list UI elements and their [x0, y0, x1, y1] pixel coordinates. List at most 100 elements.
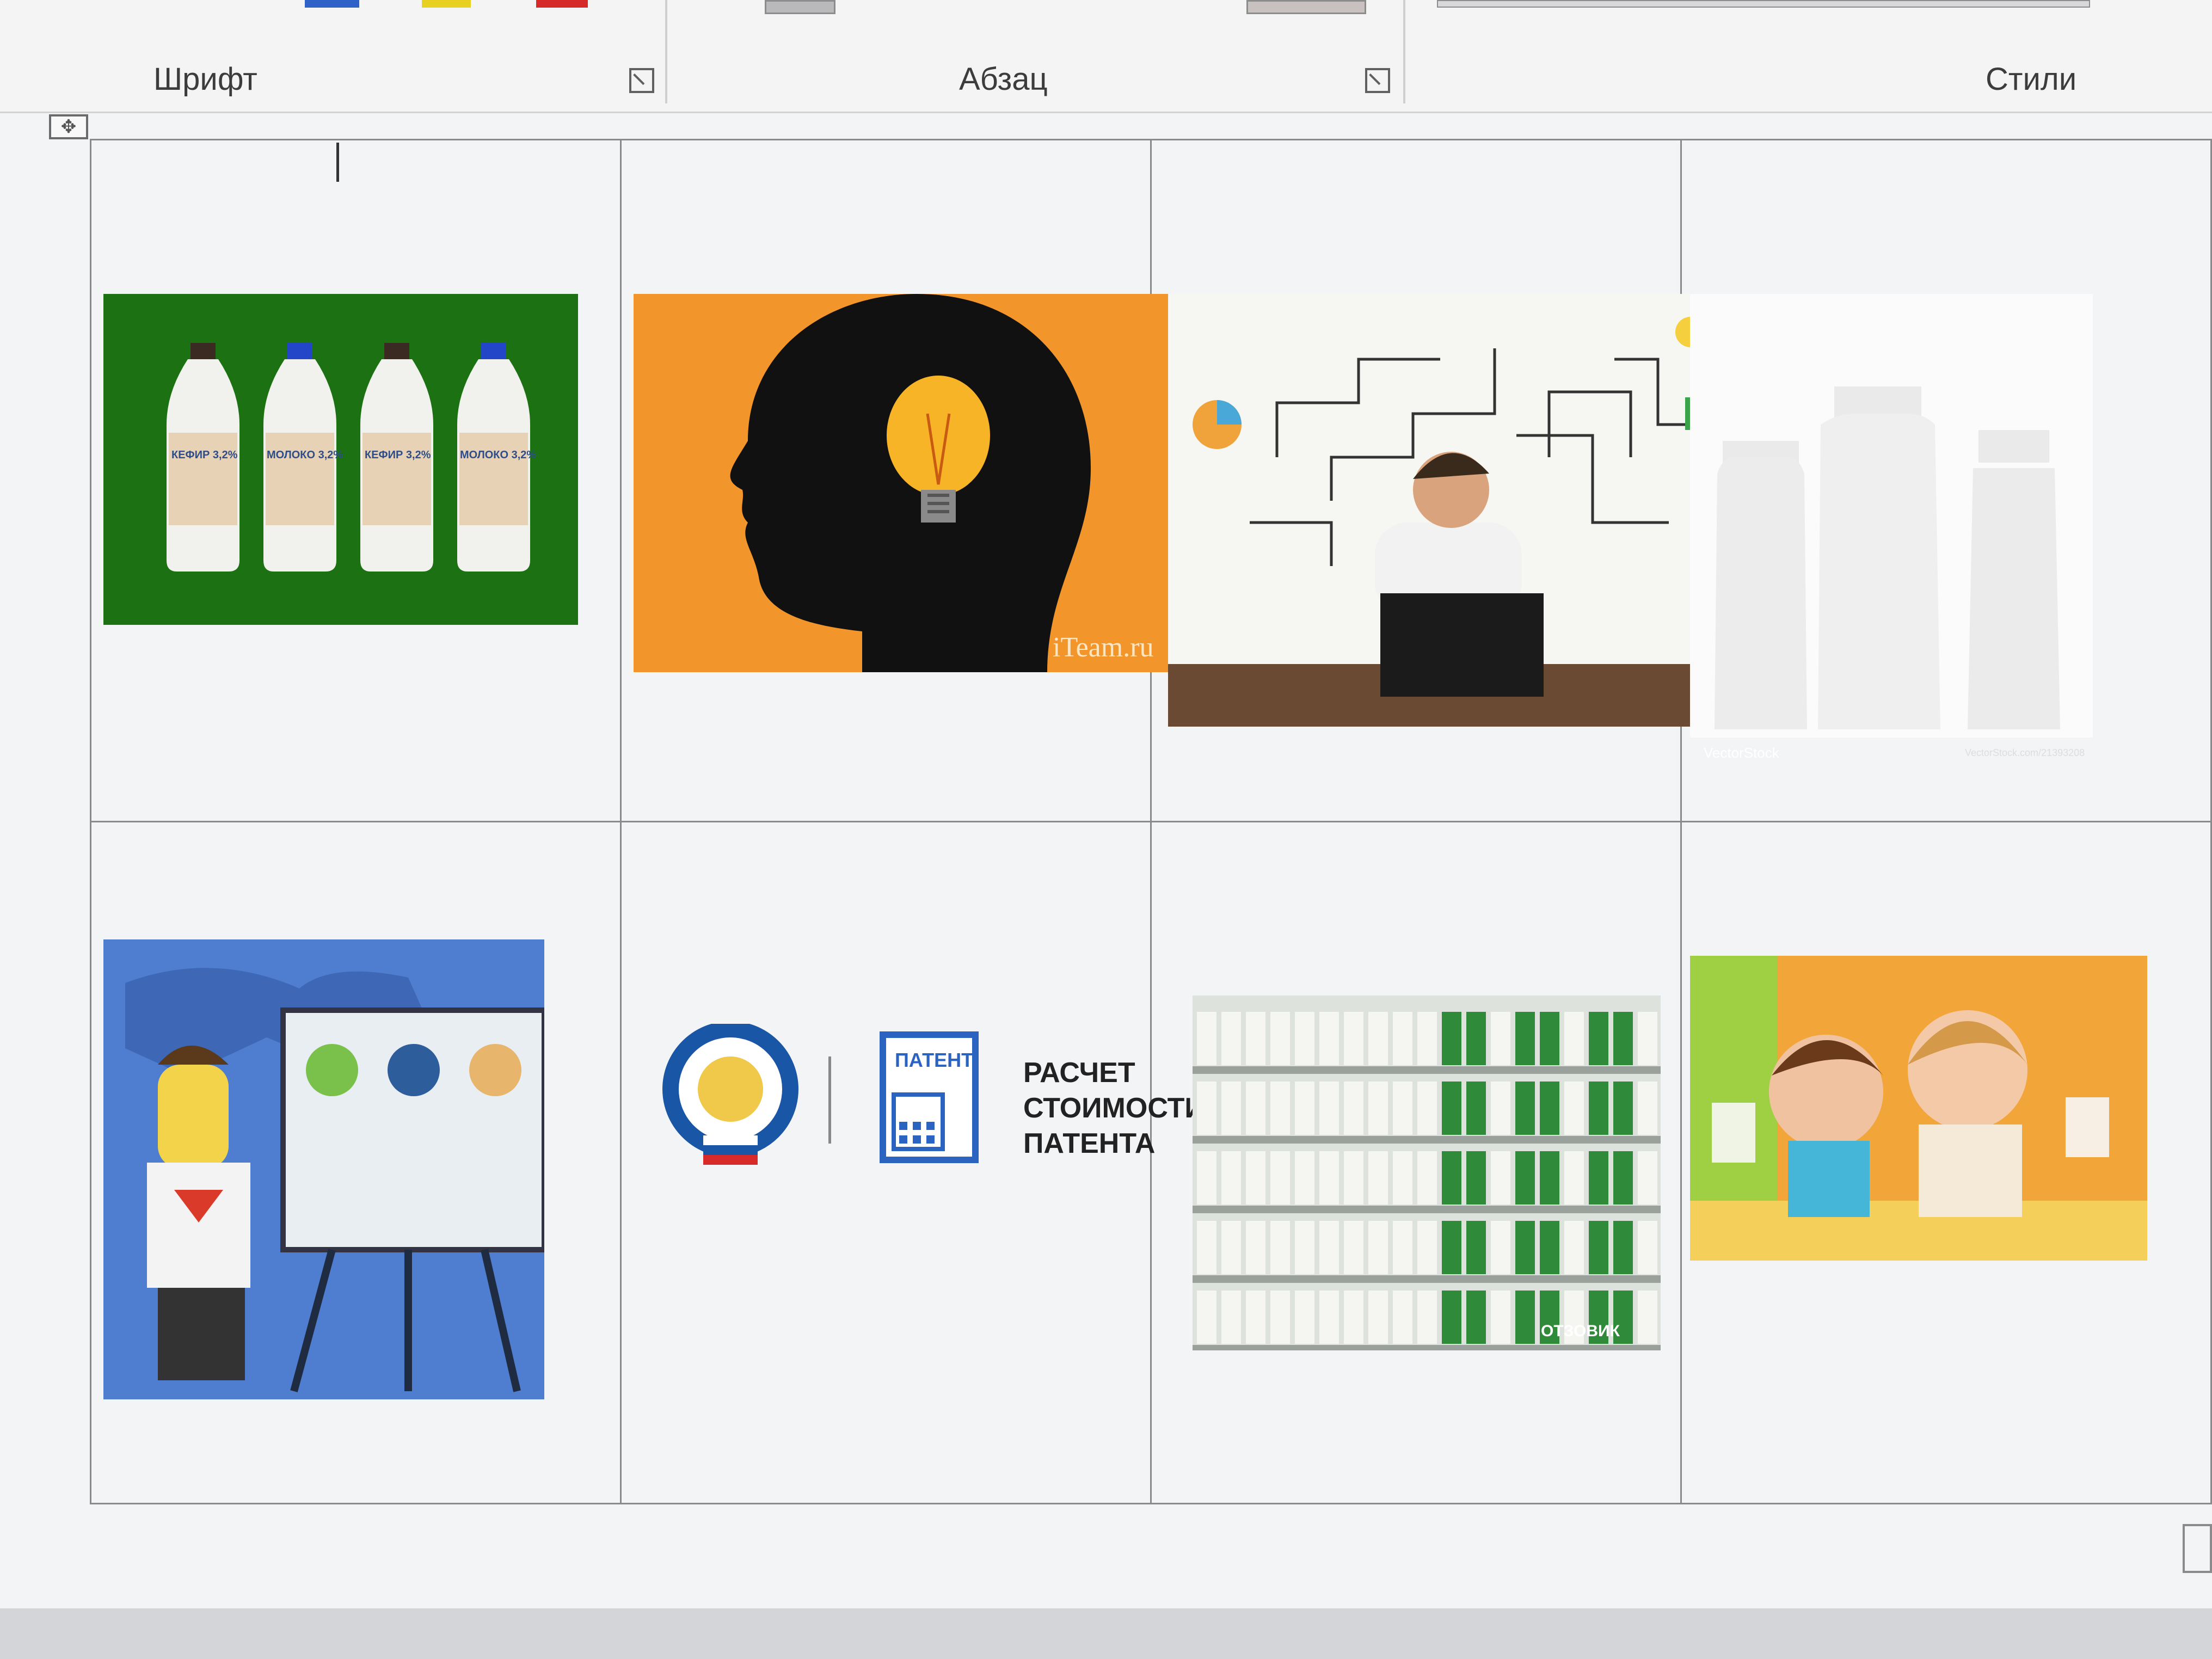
bottle-label: МОЛОКО 3,2% [267, 449, 343, 461]
white-bottles-icon[interactable] [1690, 294, 2093, 738]
bottle-label: МОЛОКО 3,2% [460, 449, 537, 461]
shelf-product [1442, 1012, 1461, 1065]
image-table[interactable]: КЕФИР 3,2% МОЛОКО 3,2% КЕФИР 3,2% МОЛОКО… [90, 139, 2212, 1504]
shelf-product [1491, 1082, 1510, 1135]
shelf-product [1613, 1221, 1633, 1274]
table-cell-patent[interactable]: ПАТЕНТ РАСЧЕТ СТОИМОСТИ ПАТЕНТА [620, 821, 1204, 1504]
shelf-product [1442, 1151, 1461, 1205]
shelf-product [1638, 1221, 1657, 1274]
shelf-product [1221, 1151, 1241, 1205]
paragraph-dialog-launcher-icon[interactable] [1365, 68, 1390, 93]
bottle-label-panel [266, 433, 334, 525]
shelf-product [1368, 1291, 1388, 1344]
store-shelves-kefir-icon[interactable]: ОТЗОВИК [1193, 996, 1661, 1350]
bottle-cap [481, 343, 506, 359]
kids-drinking-milk-icon[interactable] [1690, 956, 2147, 1261]
presenter-cartoon-icon[interactable] [103, 939, 544, 1399]
shelf [1193, 1206, 1661, 1213]
shelf-product [1197, 1291, 1216, 1344]
bottle-label-panel [362, 433, 431, 525]
milk-bottles-green-icon[interactable]: КЕФИР 3,2% МОЛОКО 3,2% КЕФИР 3,2% МОЛОКО… [103, 294, 578, 625]
shelf-product [1270, 1082, 1290, 1135]
shelf-product [1344, 1291, 1363, 1344]
shelf-product [1589, 1221, 1608, 1274]
shelf-product [1295, 1151, 1314, 1205]
shelf-product [1466, 1012, 1486, 1065]
shelf-product [1442, 1221, 1461, 1274]
bottle-cap [287, 343, 312, 359]
table-row: КЕФИР 3,2% МОЛОКО 3,2% КЕФИР 3,2% МОЛОКО… [90, 139, 2212, 822]
image-watermark: ОТЗОВИК [1541, 1322, 1620, 1340]
shelf-product [1417, 1221, 1437, 1274]
shelf-product [1221, 1012, 1241, 1065]
thinking-man-laptop-icon[interactable] [1168, 294, 1729, 727]
shelf-product [1540, 1221, 1559, 1274]
table-resize-handle-icon[interactable] [2183, 1524, 2212, 1573]
shelf-product [1638, 1291, 1657, 1344]
shelf-product [1344, 1221, 1363, 1274]
shelf-product [1442, 1291, 1461, 1344]
patent-line-1: РАСЧЕТ [1023, 1057, 1135, 1089]
shelf-product [1246, 1291, 1265, 1344]
font-group-label: Шрифт [153, 62, 257, 97]
patent-label: ПАТЕНТ [895, 1049, 974, 1071]
shelf-product [1515, 1012, 1535, 1065]
bottle-label: КЕФИР 3,2% [171, 449, 238, 461]
font-color-swatch-blue[interactable] [305, 0, 359, 8]
shelf-product [1221, 1082, 1241, 1135]
shelf-product [1221, 1221, 1241, 1274]
table-cell-store-shelves[interactable]: ОТЗОВИК [1150, 821, 1682, 1504]
paragraph-shading-button[interactable] [765, 0, 835, 14]
text-cursor [336, 143, 339, 182]
shelf-product [1197, 1221, 1216, 1274]
ribbon-separator [1403, 0, 1405, 103]
head-lightbulb-icon[interactable]: iTeam.ru [634, 294, 1186, 672]
shelf-product [1589, 1012, 1608, 1065]
highlight-color-swatch[interactable] [422, 0, 471, 8]
shelf-product [1221, 1291, 1241, 1344]
font-color-swatch-red[interactable] [536, 0, 588, 8]
table-cell-kids-milk[interactable] [1680, 821, 2212, 1504]
font-dialog-launcher-icon[interactable] [629, 68, 654, 93]
shelf-product [1295, 1082, 1314, 1135]
shelf-product [1319, 1151, 1339, 1205]
screen-bottom-edge [0, 1608, 2212, 1659]
shelf-product [1270, 1221, 1290, 1274]
shelf-product [1564, 1221, 1584, 1274]
shelf-product [1466, 1291, 1486, 1344]
patent-calculation-icon[interactable]: ПАТЕНТ РАСЧЕТ СТОИМОСТИ ПАТЕНТА [660, 1024, 1204, 1182]
shelf-product [1319, 1082, 1339, 1135]
styles-gallery[interactable] [1437, 0, 2090, 8]
shelf-product [1491, 1221, 1510, 1274]
shelf-product [1417, 1082, 1437, 1135]
paragraph-border-button[interactable] [1246, 0, 1366, 14]
shelf-product [1393, 1082, 1412, 1135]
shelf-product [1246, 1151, 1265, 1205]
table-move-handle-icon[interactable]: ✥ [49, 114, 88, 139]
table-cell-thinking-man[interactable] [1150, 139, 1729, 822]
bottle-label-panel [459, 433, 528, 525]
bottle-cap [191, 343, 216, 359]
shelf-product [1515, 1082, 1535, 1135]
shelf-product [1197, 1012, 1216, 1065]
shelf-product [1564, 1151, 1584, 1205]
shelf-product [1368, 1082, 1388, 1135]
shelf-product [1246, 1221, 1265, 1274]
shelf-product [1515, 1221, 1535, 1274]
table-cell-milk-bottles[interactable]: КЕФИР 3,2% МОЛОКО 3,2% КЕФИР 3,2% МОЛОКО… [90, 139, 622, 822]
shelf-product [1540, 1151, 1559, 1205]
shelf-product [1270, 1291, 1290, 1344]
bottle-label: КЕФИР 3,2% [365, 449, 431, 461]
shelf-product [1466, 1151, 1486, 1205]
shelf-product [1589, 1151, 1608, 1205]
bottle-cap [384, 343, 409, 359]
table-cell-head-lightbulb[interactable]: iTeam.ru [620, 139, 1186, 822]
shelf-product [1368, 1151, 1388, 1205]
table-cell-presenter[interactable] [90, 821, 622, 1504]
shelf-product [1393, 1012, 1412, 1065]
styles-group-label: Стили [1986, 62, 2077, 97]
table-cell-white-bottles[interactable]: VectorStock VectorStock.com/21393208 [1680, 139, 2212, 822]
shelf-product [1589, 1082, 1608, 1135]
image-watermark: VectorStock.com/21393208 [1965, 747, 2085, 758]
shelf-product [1491, 1151, 1510, 1205]
